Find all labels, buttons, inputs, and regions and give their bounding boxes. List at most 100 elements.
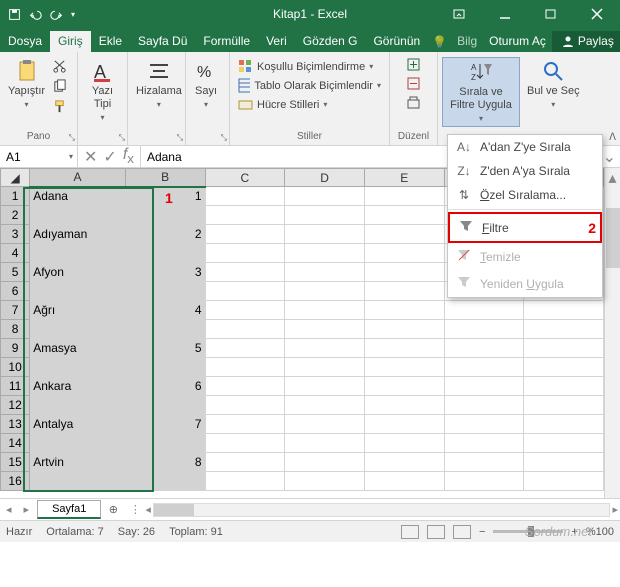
row-header[interactable]: 13 [1, 415, 30, 434]
fx-icon[interactable]: fx [123, 146, 134, 166]
row-header[interactable]: 14 [1, 434, 30, 453]
cell[interactable] [205, 415, 285, 434]
horizontal-scrollbar[interactable]: ◂ ▸ [145, 503, 620, 517]
row-header[interactable]: 7 [1, 301, 30, 320]
scroll-thumb[interactable] [606, 208, 620, 268]
cell[interactable] [205, 358, 285, 377]
enter-icon[interactable]: ✓ [103, 147, 116, 167]
cell[interactable] [205, 472, 285, 491]
table-format-button[interactable]: Tablo Olarak Biçimlendir▾ [236, 77, 383, 94]
cell[interactable] [444, 377, 524, 396]
cell-styles-button[interactable]: Hücre Stilleri▾ [236, 96, 383, 113]
insert-cells-icon[interactable] [406, 57, 421, 72]
cell[interactable] [205, 377, 285, 396]
cell[interactable] [444, 396, 524, 415]
cell[interactable] [524, 358, 604, 377]
tellme-icon[interactable]: 💡 [428, 35, 451, 49]
share-button[interactable]: Paylaş [552, 31, 620, 52]
tab-veri[interactable]: Veri [258, 31, 295, 52]
cell[interactable] [285, 301, 365, 320]
find-select-button[interactable]: Bul ve Seç▾ [523, 57, 584, 112]
row-header[interactable]: 5 [1, 263, 30, 282]
cell[interactable]: Artvin [30, 453, 126, 472]
cell[interactable] [205, 206, 285, 225]
cell[interactable] [125, 472, 205, 491]
cell[interactable] [364, 415, 444, 434]
cell[interactable] [285, 206, 365, 225]
paste-button[interactable]: Yapıştır ▾ [4, 57, 49, 112]
cell[interactable] [364, 187, 444, 206]
cell[interactable] [364, 225, 444, 244]
cell[interactable] [30, 244, 126, 263]
vertical-scrollbar[interactable]: ▴ [604, 168, 620, 498]
cell[interactable]: 4 [125, 301, 205, 320]
cell[interactable] [125, 206, 205, 225]
cell[interactable] [125, 282, 205, 301]
cell[interactable] [524, 434, 604, 453]
cell[interactable] [205, 263, 285, 282]
cell[interactable] [364, 453, 444, 472]
row-header[interactable]: 15 [1, 453, 30, 472]
number-button[interactable]: % Sayı▾ [190, 57, 222, 112]
cell[interactable] [205, 320, 285, 339]
cell[interactable]: 6 [125, 377, 205, 396]
cell[interactable] [205, 339, 285, 358]
row-header[interactable]: 6 [1, 282, 30, 301]
cell[interactable] [30, 434, 126, 453]
number-expand-icon[interactable]: ⤡ [221, 133, 227, 143]
name-box[interactable]: A1▾ [0, 146, 78, 167]
new-sheet-button[interactable]: ⊕ [101, 503, 125, 516]
format-painter-icon[interactable] [52, 99, 67, 117]
tab-oturum[interactable]: Oturum Aç [483, 31, 552, 52]
cell[interactable] [30, 358, 126, 377]
col-header-e[interactable]: E [364, 169, 444, 187]
cell[interactable] [285, 358, 365, 377]
cell[interactable] [364, 301, 444, 320]
close-icon[interactable] [574, 0, 620, 28]
qat-dropdown-icon[interactable]: ▾ [71, 10, 75, 19]
cell[interactable] [364, 396, 444, 415]
align-button[interactable]: Hizalama▾ [132, 57, 186, 112]
cell[interactable] [285, 472, 365, 491]
cell[interactable]: Ağrı [30, 301, 126, 320]
cell[interactable] [524, 301, 604, 320]
cell[interactable] [285, 377, 365, 396]
cell[interactable] [364, 358, 444, 377]
row-header[interactable]: 3 [1, 225, 30, 244]
tab-formuller[interactable]: Formülle [195, 31, 258, 52]
cell[interactable] [524, 453, 604, 472]
cancel-icon[interactable]: ✕ [84, 147, 97, 167]
cell[interactable] [30, 206, 126, 225]
cell[interactable]: Ankara [30, 377, 126, 396]
ribbon-options-icon[interactable] [436, 0, 482, 28]
sort-filter-button[interactable]: AZ Sırala ve Filtre Uygula▾ [442, 57, 520, 127]
cell[interactable] [364, 339, 444, 358]
autosave-icon[interactable] [8, 8, 21, 21]
sheet-tab-1[interactable]: Sayfa1 [37, 500, 101, 519]
cell[interactable] [205, 282, 285, 301]
cell[interactable]: 2 [125, 225, 205, 244]
cell[interactable] [285, 415, 365, 434]
row-header[interactable]: 16 [1, 472, 30, 491]
format-cells-icon[interactable] [406, 95, 421, 110]
zoom-out-icon[interactable]: − [479, 526, 485, 538]
col-header-a[interactable]: A [30, 169, 126, 187]
page-break-icon[interactable] [453, 525, 471, 539]
cell[interactable] [364, 282, 444, 301]
cell[interactable]: 3 [125, 263, 205, 282]
cell[interactable] [125, 396, 205, 415]
font-button[interactable]: A Yazı Tipi▾ [82, 57, 123, 125]
cell[interactable] [524, 472, 604, 491]
cell[interactable] [205, 301, 285, 320]
cell[interactable]: Amasya [30, 339, 126, 358]
row-header[interactable]: 10 [1, 358, 30, 377]
cell[interactable] [125, 434, 205, 453]
tab-gozden[interactable]: Gözden G [295, 31, 366, 52]
cell[interactable] [205, 244, 285, 263]
minimize-icon[interactable] [482, 0, 528, 28]
cell[interactable] [444, 472, 524, 491]
tab-tellme[interactable]: Bilg [451, 31, 483, 52]
cell[interactable] [444, 415, 524, 434]
cell[interactable] [125, 358, 205, 377]
ribbon-collapse-icon[interactable]: ᐱ [609, 132, 616, 143]
